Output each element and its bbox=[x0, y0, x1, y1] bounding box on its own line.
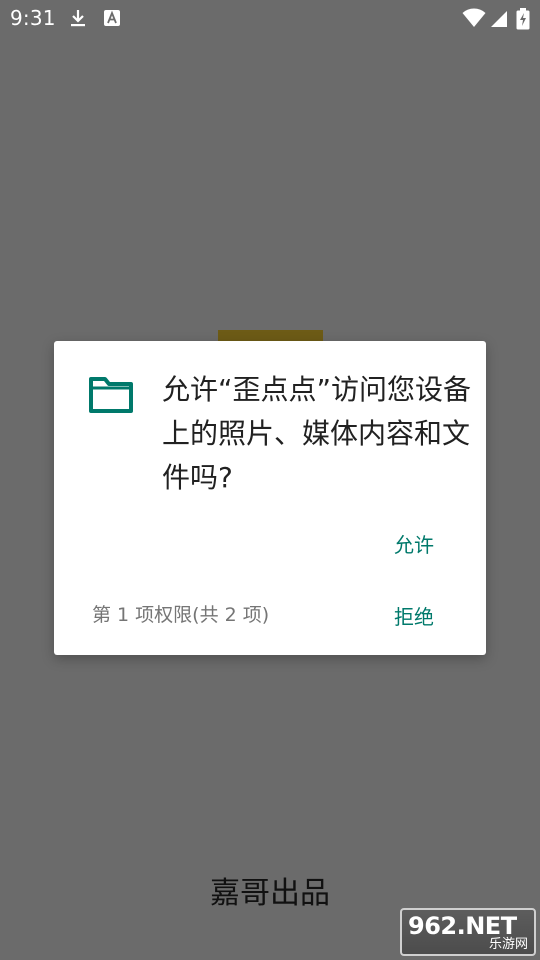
battery-charging-icon bbox=[516, 8, 530, 30]
deny-button[interactable]: 拒绝 bbox=[394, 597, 434, 634]
accessibility-a-icon bbox=[102, 8, 122, 28]
permission-counter: 第 1 项权限(共 2 项) bbox=[92, 604, 270, 626]
site-watermark-logo: 962.NET 乐游网 bbox=[400, 908, 536, 956]
status-bar: 9:31 bbox=[0, 0, 540, 36]
app-credit-label: 嘉哥出品 bbox=[210, 876, 330, 911]
wifi-icon bbox=[462, 8, 486, 28]
permission-message: 允许“歪点点”访问您设备上的照片、媒体内容和文件吗? bbox=[162, 373, 472, 494]
folder-icon bbox=[88, 376, 134, 414]
status-time: 9:31 bbox=[10, 6, 56, 30]
download-icon bbox=[68, 8, 88, 28]
watermark-sub-text: 乐游网 bbox=[488, 937, 528, 952]
permission-dialog: 允许“歪点点”访问您设备上的照片、媒体内容和文件吗? 允许 第 1 项权限(共 … bbox=[54, 341, 486, 655]
cellular-signal-icon bbox=[489, 8, 509, 28]
allow-button[interactable]: 允许 bbox=[394, 525, 434, 562]
